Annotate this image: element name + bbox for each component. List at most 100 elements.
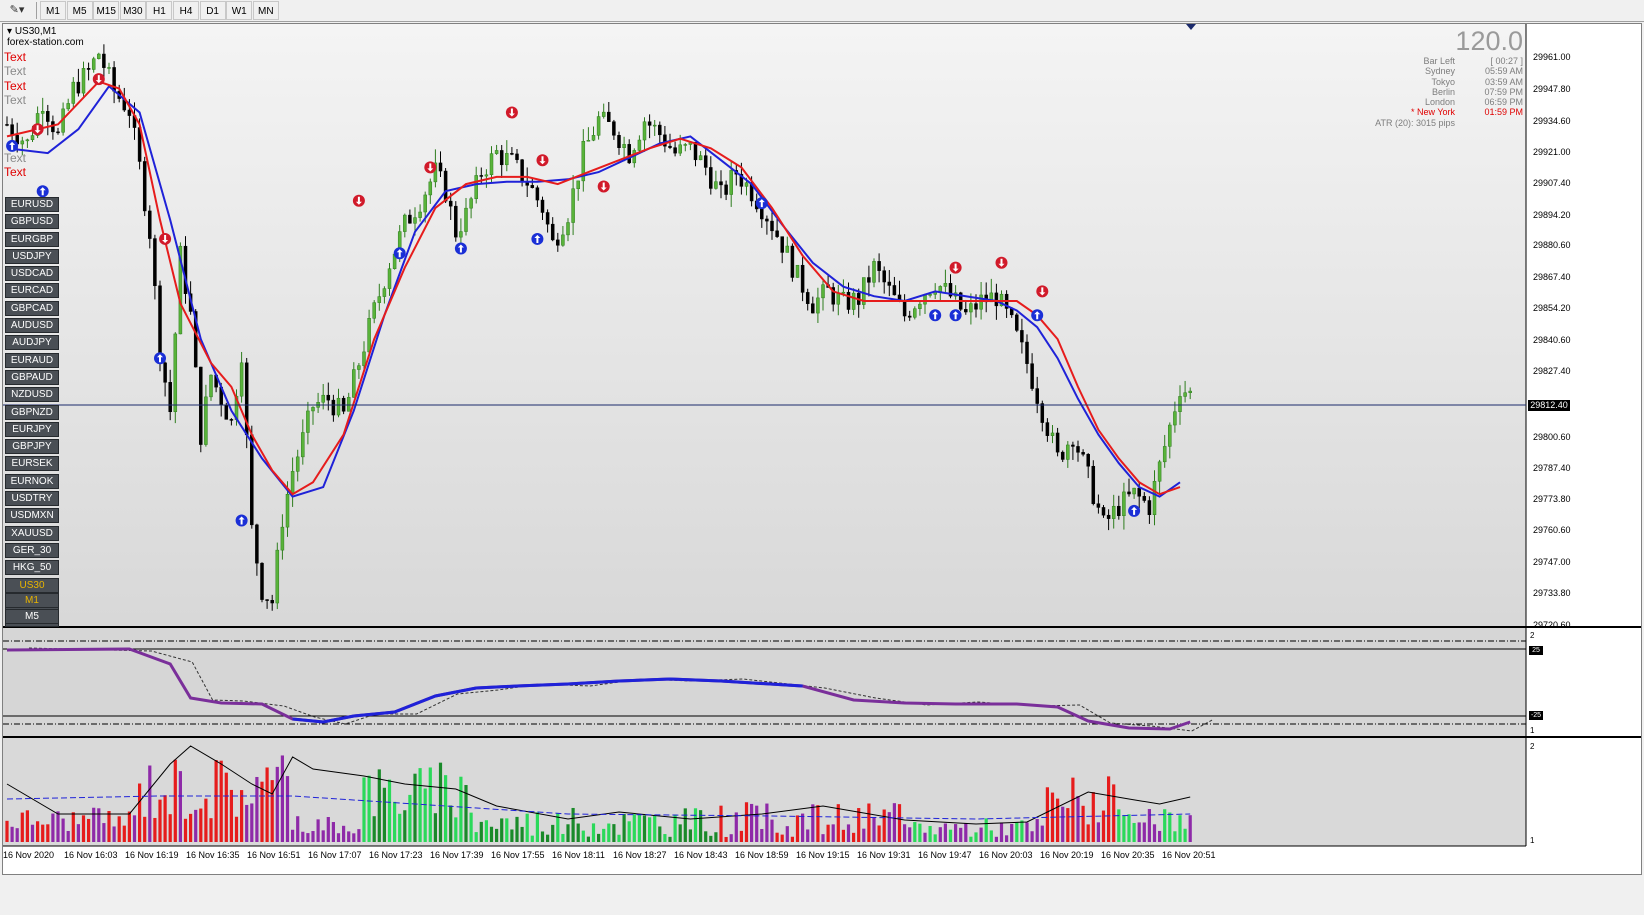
symbol-button-usdcad[interactable]: USDCAD [5,266,59,282]
candle-body [40,111,45,114]
symbol-button-gbpcad[interactable]: GBPCAD [5,300,59,316]
candle-body [71,81,76,104]
tf-button-w1[interactable]: W1 [226,1,253,20]
histogram-bar [1158,830,1162,842]
symbol-button-eurusd[interactable]: EURUSD [5,197,59,212]
buy-arrow-icon [235,514,248,527]
collapse-triangle-icon[interactable]: ▾ [7,26,12,37]
candle-body [566,222,570,236]
tf-button-m30[interactable]: M30 [119,1,146,20]
candle-body [260,562,264,600]
candle-body [851,292,856,310]
symbol-button-eurnok[interactable]: EURNOK [5,473,59,489]
candle-body [647,121,652,126]
tf-button-h1[interactable]: H1 [146,1,173,20]
candle-body [255,524,259,564]
candle-body [1157,461,1162,482]
side-tf-m1[interactable]: M1 [5,593,59,608]
candle-body [698,155,703,161]
histogram-bar [780,834,784,842]
symbol-button-ger_30[interactable]: GER_30 [5,542,59,558]
histogram-bar [92,807,96,842]
candle-body [1122,491,1126,516]
histogram-bar [71,812,75,842]
symbol-button-eursek[interactable]: EURSEK [5,456,59,472]
symbol-button-eurcad[interactable]: EURCAD [5,283,59,299]
histogram-bar [66,830,70,842]
time-tick: 16 Nov 18:43 [674,850,728,860]
histogram-bar [903,824,907,842]
histogram-bar [1030,831,1034,842]
price-tick: 29894.20 [1533,210,1571,220]
candle-body [127,109,132,116]
histogram-bar [36,821,40,842]
time-tick: 16 Nov 16:19 [125,850,179,860]
histogram-bar [1005,835,1009,842]
candle-body [372,302,376,319]
chart-tools-dropdown[interactable]: ✎▾ [2,2,32,19]
histogram-bar [265,767,269,842]
shift-marker-icon[interactable] [1186,24,1196,30]
symbol-button-nzdusd[interactable]: NZDUSD [5,387,59,403]
candle-body [173,333,178,413]
candle-body [678,144,682,154]
candle-body [1035,388,1039,404]
symbol-button-usdjpy[interactable]: USDJPY [5,248,59,264]
histogram-bar [948,829,953,842]
symbol-button-hkg_50[interactable]: HKG_50 [5,560,59,576]
histogram-bar [607,823,611,842]
histogram-bar [418,768,422,842]
tf-button-m5[interactable]: M5 [66,1,93,20]
symbol-button-gbpusd[interactable]: GBPUSD [5,214,59,230]
histogram-bar [897,804,902,842]
tf-button-m15[interactable]: M15 [93,1,120,20]
candle-body [907,315,912,318]
tf-button-h4[interactable]: H4 [173,1,199,20]
candle-body [658,124,662,136]
histogram-bar [393,801,397,842]
candle-body [780,236,784,253]
candle-body [479,175,484,177]
symbol-button-xauusd[interactable]: XAUUSD [5,525,59,541]
tf-button-d1[interactable]: D1 [199,1,226,20]
symbol-button-eurjpy[interactable]: EURJPY [5,421,59,437]
buy-arrow-icon [454,242,467,255]
side-tf-m5[interactable]: M5 [5,608,59,624]
symbol-button-gbpjpy[interactable]: GBPJPY [5,439,59,455]
tf-button-mn[interactable]: MN [252,1,279,20]
symbol-button-euraud[interactable]: EURAUD [5,352,59,368]
candle-body [280,526,285,551]
histogram-bar [224,772,228,842]
tf-button-m1[interactable]: M1 [40,1,66,20]
symbol-button-gbpaud[interactable]: GBPAUD [5,369,59,385]
toolbar-separator [36,2,37,19]
candle-body [591,135,596,141]
histogram-bar [984,818,988,842]
histogram-bar [173,759,177,842]
histogram-bar [81,815,86,842]
candle-body [964,309,968,313]
candle-body [346,397,351,412]
histogram-bar [510,829,514,842]
symbol-button-audusd[interactable]: AUDUSD [5,318,59,334]
histogram-bar [168,814,172,842]
candle-body [1188,390,1192,393]
symbol-button-us30[interactable]: US30 [5,577,59,593]
info-row: Bar Left [ 00:27 ] [1375,56,1523,66]
candle-body [311,407,315,412]
symbol-button-usdtry[interactable]: USDTRY [5,491,59,507]
candle-body [703,155,708,168]
symbol-button-eurgbp[interactable]: EURGBP [5,231,59,247]
candle-body [66,103,70,110]
histogram-bar [688,829,692,842]
candle-body [403,214,407,232]
symbol-button-gbpnzd[interactable]: GBPNZD [5,404,59,420]
symbol-button-usdmxn[interactable]: USDMXN [5,508,59,524]
info-value: 01:59 PM [1484,107,1523,118]
histogram-bar [352,833,356,842]
histogram-bar [469,812,473,842]
text-label: Text [4,165,27,179]
price-chart[interactable] [3,24,1641,874]
symbol-button-audjpy[interactable]: AUDJPY [5,335,59,351]
chart-window[interactable]: ▾ US30,M1 forex-station.com Text Text Text… [2,23,1642,875]
